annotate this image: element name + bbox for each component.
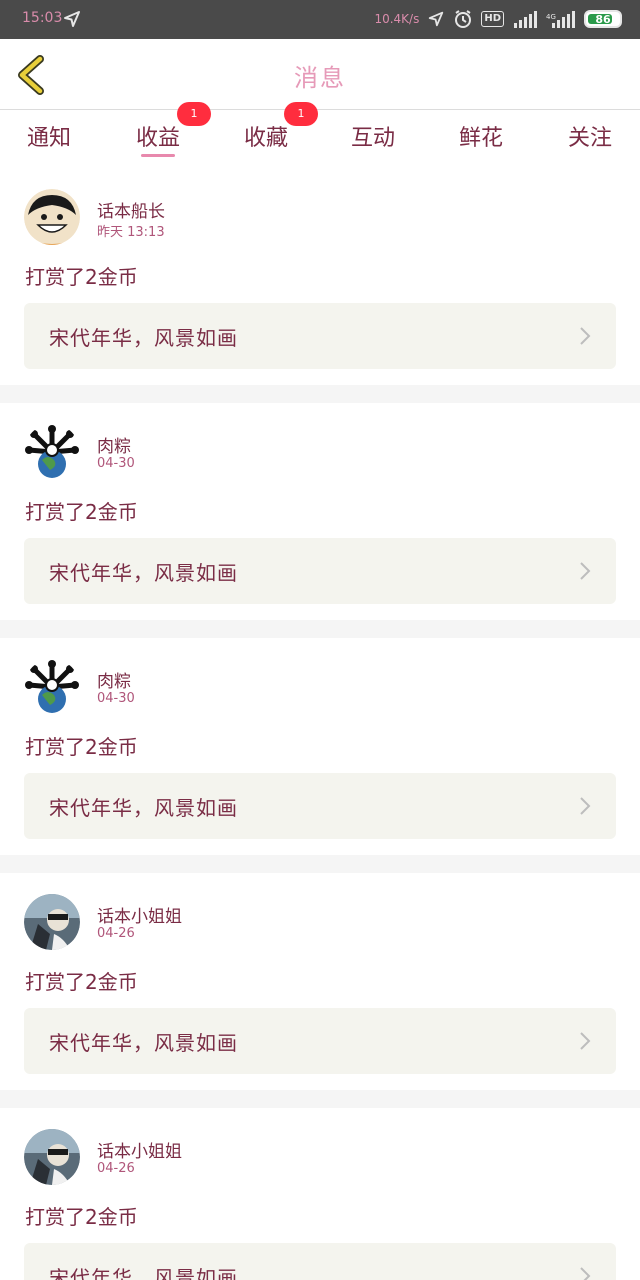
message-time: 04-30 [97,691,135,706]
chevron-right-icon [580,562,591,580]
header: 消息 [0,39,640,110]
active-tab-indicator [141,154,175,157]
message-text: 打赏了2金币 [25,735,138,759]
battery-icon: 86 [584,10,622,28]
signal-icon: 4G [546,11,575,28]
message-list: 话本船长 昨天 13:13 打赏了2金币 宋代年华，风景如画 肉粽 04-30 … [0,168,640,1280]
signal-icon [514,11,537,28]
work-title: 宋代年华，风景如画 [49,326,238,350]
tab-income[interactable]: 收益 [123,120,193,152]
avatar[interactable] [24,424,80,480]
divider [0,385,640,403]
location-arrow-icon [64,11,80,27]
tab-income-badge: 1 [177,102,211,126]
message-time: 04-30 [97,456,135,471]
tab-favorites-badge: 1 [284,102,318,126]
work-title: 宋代年华，风景如画 [49,1031,238,1055]
divider [0,1090,640,1108]
work-title: 宋代年华，风景如画 [49,796,238,820]
avatar[interactable] [24,1129,80,1185]
message-text: 打赏了2金币 [25,970,138,994]
user-name[interactable]: 话本小姐姐 [97,1137,182,1162]
chevron-right-icon [580,1032,591,1050]
location-arrow-icon [429,11,444,27]
battery-level: 86 [595,12,611,26]
avatar[interactable] [24,189,80,245]
message-time: 04-26 [97,1161,135,1176]
user-name[interactable]: 肉粽 [97,667,131,692]
divider [0,855,640,873]
list-item[interactable]: 肉粽 04-30 打赏了2金币 宋代年华，风景如画 [0,638,640,855]
svg-text:4G: 4G [546,13,556,21]
chevron-right-icon [580,327,591,345]
user-name[interactable]: 肉粽 [97,432,131,457]
hd-icon: HD [481,11,504,27]
message-text: 打赏了2金币 [25,500,138,524]
list-item[interactable]: 话本船长 昨天 13:13 打赏了2金币 宋代年华，风景如画 [0,168,640,385]
work-title: 宋代年华，风景如画 [49,561,238,585]
tab-interaction[interactable]: 互动 [338,120,408,152]
work-title: 宋代年华，风景如画 [49,1266,238,1280]
avatar[interactable] [24,659,80,715]
tab-follow[interactable]: 关注 [555,120,625,152]
alarm-icon [455,10,472,28]
tab-flowers[interactable]: 鲜花 [446,120,516,152]
page-title: 消息 [294,64,346,92]
work-link[interactable]: 宋代年华，风景如画 [24,303,616,369]
tab-bar: 通知 收益 1 收藏 1 互动 鲜花 关注 [0,102,640,168]
chevron-right-icon [580,797,591,815]
status-icons: 10.4K/s HD 4G 86 [374,8,622,30]
divider [0,620,640,638]
list-item[interactable]: 话本小姐姐 04-26 打赏了2金币 宋代年华，风景如画 [0,1108,640,1280]
user-name[interactable]: 话本船长 [97,197,165,222]
work-link[interactable]: 宋代年华，风景如画 [24,773,616,839]
message-text: 打赏了2金币 [25,1205,138,1229]
status-time: 15:03 [22,10,63,26]
chevron-right-icon [580,1267,591,1280]
message-time: 04-26 [97,926,135,941]
list-item[interactable]: 话本小姐姐 04-26 打赏了2金币 宋代年华，风景如画 [0,873,640,1090]
message-text: 打赏了2金币 [25,265,138,289]
tab-notice[interactable]: 通知 [14,120,84,152]
work-link[interactable]: 宋代年华，风景如画 [24,1243,616,1280]
status-bar: 15:03 10.4K/s HD 4G 86 [0,0,640,39]
work-link[interactable]: 宋代年华，风景如画 [24,1008,616,1074]
list-item[interactable]: 肉粽 04-30 打赏了2金币 宋代年华，风景如画 [0,403,640,620]
message-time: 昨天 13:13 [97,225,165,240]
avatar[interactable] [24,894,80,950]
network-speed: 10.4K/s [374,12,420,26]
user-name[interactable]: 话本小姐姐 [97,902,182,927]
work-link[interactable]: 宋代年华，风景如画 [24,538,616,604]
